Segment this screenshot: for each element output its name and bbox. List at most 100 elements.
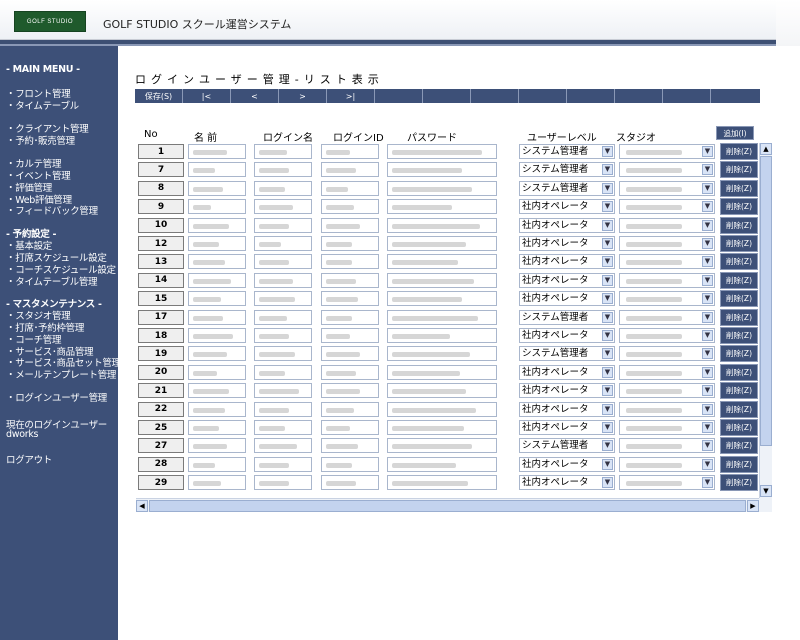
user-level-select[interactable]: 社内オペレータ ▼ (519, 401, 615, 417)
name-field[interactable] (188, 162, 246, 178)
password-field[interactable] (387, 217, 497, 233)
password-field[interactable] (387, 383, 497, 399)
login-id-field[interactable] (321, 346, 379, 362)
chevron-down-icon[interactable]: ▼ (602, 182, 613, 194)
first-page-button[interactable]: |< (183, 89, 231, 103)
password-field[interactable] (387, 438, 497, 454)
sidebar-item-mail-template[interactable]: ・メールテンプレート管理 (6, 367, 116, 381)
chevron-down-icon[interactable]: ▼ (702, 182, 713, 194)
login-name-field[interactable] (254, 346, 312, 362)
delete-button[interactable]: 削除(Z) (720, 161, 758, 179)
login-name-field[interactable] (254, 162, 312, 178)
chevron-down-icon[interactable]: ▼ (602, 385, 613, 397)
login-id-field[interactable] (321, 291, 379, 307)
chevron-down-icon[interactable]: ▼ (702, 256, 713, 268)
user-level-select[interactable]: 社内オペレータ ▼ (519, 272, 615, 288)
scroll-down-icon[interactable]: ▼ (760, 485, 772, 497)
name-field[interactable] (188, 383, 246, 399)
name-field[interactable] (188, 438, 246, 454)
name-field[interactable] (188, 364, 246, 380)
user-level-select[interactable]: 社内オペレータ ▼ (519, 291, 615, 307)
studio-select[interactable]: ▼ (619, 328, 715, 343)
login-name-field[interactable] (254, 217, 312, 233)
user-level-select[interactable]: 社内オペレータ ▼ (519, 364, 615, 380)
studio-select[interactable]: ▼ (619, 180, 715, 196)
chevron-down-icon[interactable]: ▼ (702, 440, 713, 452)
login-name-field[interactable] (254, 328, 312, 343)
login-id-field[interactable] (321, 254, 379, 270)
studio-select[interactable]: ▼ (619, 144, 715, 159)
chevron-down-icon[interactable]: ▼ (602, 440, 613, 452)
delete-button[interactable]: 削除(Z) (720, 143, 758, 160)
chevron-down-icon[interactable]: ▼ (602, 311, 613, 323)
studio-select[interactable]: ▼ (619, 420, 715, 435)
chevron-down-icon[interactable]: ▼ (702, 403, 713, 415)
login-name-field[interactable] (254, 420, 312, 435)
delete-button[interactable]: 削除(Z) (720, 253, 758, 271)
delete-button[interactable]: 削除(Z) (720, 271, 758, 289)
chevron-down-icon[interactable]: ▼ (602, 164, 613, 176)
login-name-field[interactable] (254, 272, 312, 288)
delete-button[interactable]: 削除(Z) (720, 363, 758, 381)
chevron-down-icon[interactable]: ▼ (602, 422, 613, 433)
chevron-down-icon[interactable]: ▼ (602, 458, 613, 470)
user-level-select[interactable]: 社内オペレータ ▼ (519, 383, 615, 399)
last-page-button[interactable]: >| (327, 89, 375, 103)
delete-button[interactable]: 削除(Z) (720, 327, 758, 344)
login-id-field[interactable] (321, 328, 379, 343)
studio-select[interactable]: ▼ (619, 199, 715, 215)
chevron-down-icon[interactable]: ▼ (702, 458, 713, 470)
login-id-field[interactable] (321, 144, 379, 159)
login-id-field[interactable] (321, 236, 379, 251)
chevron-down-icon[interactable]: ▼ (702, 164, 713, 176)
password-field[interactable] (387, 475, 497, 491)
name-field[interactable] (188, 475, 246, 491)
user-level-select[interactable]: システム管理者 ▼ (519, 346, 615, 362)
login-name-field[interactable] (254, 199, 312, 215)
studio-select[interactable]: ▼ (619, 162, 715, 178)
studio-select[interactable]: ▼ (619, 475, 715, 491)
user-level-select[interactable]: 社内オペレータ ▼ (519, 254, 615, 270)
delete-button[interactable]: 削除(Z) (720, 437, 758, 455)
chevron-down-icon[interactable]: ▼ (602, 256, 613, 268)
studio-select[interactable]: ▼ (619, 309, 715, 325)
chevron-down-icon[interactable]: ▼ (702, 201, 713, 213)
delete-button[interactable]: 削除(Z) (720, 419, 758, 436)
chevron-down-icon[interactable]: ▼ (702, 330, 713, 341)
user-level-select[interactable]: 社内オペレータ ▼ (519, 475, 615, 491)
login-id-field[interactable] (321, 401, 379, 417)
logout-link[interactable]: ログアウト (6, 452, 52, 466)
horizontal-scroll-thumb[interactable] (149, 500, 746, 512)
studio-select[interactable]: ▼ (619, 236, 715, 251)
name-field[interactable] (188, 180, 246, 196)
login-name-field[interactable] (254, 475, 312, 491)
chevron-down-icon[interactable]: ▼ (602, 219, 613, 231)
login-id-field[interactable] (321, 162, 379, 178)
chevron-down-icon[interactable]: ▼ (602, 366, 613, 378)
delete-button[interactable]: 削除(Z) (720, 198, 758, 216)
login-id-field[interactable] (321, 272, 379, 288)
chevron-down-icon[interactable]: ▼ (602, 348, 613, 360)
password-field[interactable] (387, 456, 497, 472)
chevron-down-icon[interactable]: ▼ (602, 293, 613, 305)
login-id-field[interactable] (321, 199, 379, 215)
scroll-left-icon[interactable]: ◀ (136, 500, 148, 512)
user-level-select[interactable]: 社内オペレータ ▼ (519, 199, 615, 215)
name-field[interactable] (188, 401, 246, 417)
user-level-select[interactable]: システム管理者 ▼ (519, 144, 615, 159)
chevron-down-icon[interactable]: ▼ (602, 403, 613, 415)
chevron-down-icon[interactable]: ▼ (702, 366, 713, 378)
name-field[interactable] (188, 236, 246, 251)
vertical-scroll-thumb[interactable] (760, 156, 772, 446)
name-field[interactable] (188, 456, 246, 472)
chevron-down-icon[interactable]: ▼ (602, 146, 613, 157)
password-field[interactable] (387, 364, 497, 380)
user-level-select[interactable]: 社内オペレータ ▼ (519, 217, 615, 233)
password-field[interactable] (387, 272, 497, 288)
password-field[interactable] (387, 254, 497, 270)
login-id-field[interactable] (321, 456, 379, 472)
chevron-down-icon[interactable]: ▼ (702, 311, 713, 323)
login-id-field[interactable] (321, 309, 379, 325)
user-level-select[interactable]: システム管理者 ▼ (519, 162, 615, 178)
sidebar-item-timetable[interactable]: ・タイムテーブル (6, 98, 79, 112)
